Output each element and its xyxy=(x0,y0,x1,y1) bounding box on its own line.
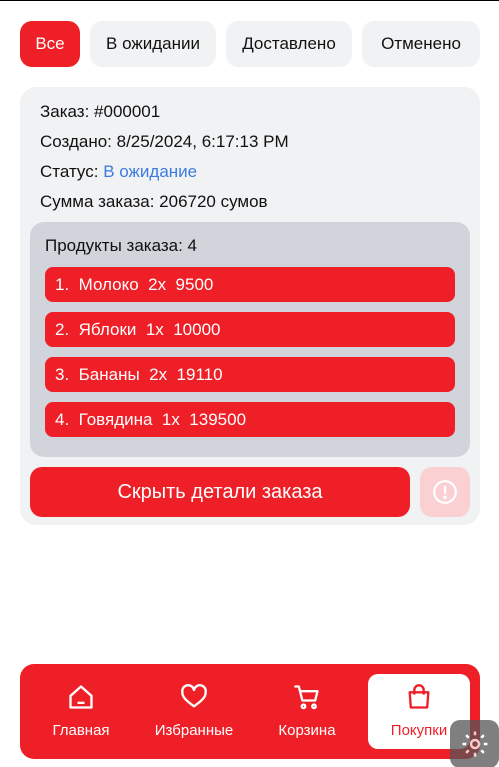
order-number: Заказ: #000001 xyxy=(40,102,161,121)
report-order-button[interactable] xyxy=(420,467,470,517)
exclamation-circle-icon xyxy=(433,480,457,504)
order-status-value: В ожидание xyxy=(103,162,198,181)
order-status-label: Статус: xyxy=(40,162,99,181)
nav-favorites-label: Избранные xyxy=(154,722,234,739)
product-item: 4. Говядина 1x 139500 xyxy=(45,402,455,437)
gear-icon xyxy=(462,731,487,757)
product-item: 1. Молоко 2x 9500 xyxy=(45,267,455,302)
tab-delivered[interactable]: Доставлено xyxy=(226,21,352,67)
tab-pending[interactable]: В ожидании xyxy=(90,21,216,67)
nav-purchases-label: Покупки xyxy=(390,722,448,739)
order-products-panel: Продукты заказа: 4 1. Молоко 2x 9500 2. … xyxy=(30,222,470,457)
order-products-title: Продукты заказа: 4 xyxy=(45,236,198,255)
nav-cart-label: Корзина xyxy=(278,722,336,739)
tab-all[interactable]: Все xyxy=(20,21,80,67)
settings-button[interactable] xyxy=(450,720,499,767)
product-item: 3. Бананы 2x 19110 xyxy=(45,357,455,392)
nav-home-label: Главная xyxy=(52,722,110,739)
order-total: Сумма заказа: 206720 сумов xyxy=(40,192,268,211)
heart-icon xyxy=(181,684,207,708)
nav-cart[interactable]: Корзина xyxy=(256,674,358,749)
nav-home[interactable]: Главная xyxy=(30,674,132,749)
order-status: Статус: В ожидание xyxy=(40,162,197,182)
bottom-navigation: Главная Избранные Корзина Покупки xyxy=(20,664,480,759)
home-icon xyxy=(69,685,93,709)
order-card: Заказ: #000001 Создано: 8/25/2024, 6:17:… xyxy=(20,87,480,525)
cart-icon xyxy=(294,685,319,710)
order-filter-tabs: Все В ожидании Доставлено Отменено xyxy=(20,21,480,67)
tab-cancelled[interactable]: Отменено xyxy=(362,21,480,67)
nav-favorites[interactable]: Избранные xyxy=(143,674,245,749)
order-created-date: Создано: 8/25/2024, 6:17:13 PM xyxy=(40,132,289,151)
product-item: 2. Яблоки 1x 10000 xyxy=(45,312,455,347)
hide-order-details-button[interactable]: Скрыть детали заказа xyxy=(30,467,410,517)
bag-icon xyxy=(408,684,430,709)
